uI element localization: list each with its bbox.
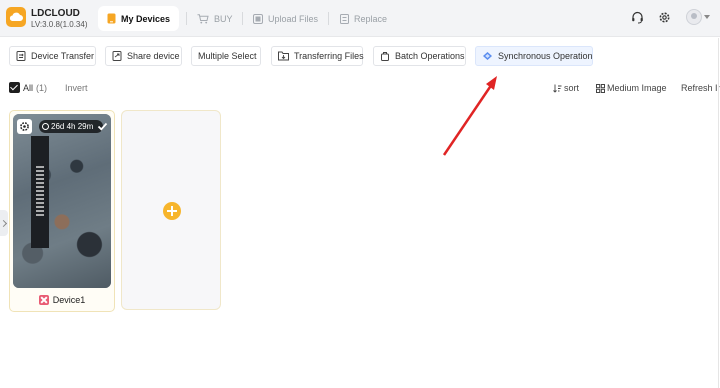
share-device-button[interactable]: Share device [105,46,182,66]
device-check-icon[interactable] [97,119,108,131]
device-settings-icon[interactable] [17,119,32,134]
sort-label: sort [564,83,580,93]
device-app-icon [38,295,49,305]
tab-label: Replace [354,13,388,24]
share-device-label: Share device [127,51,180,61]
tab-divider [242,12,243,25]
folder-transfer-icon [278,51,289,61]
tab-replace[interactable]: Replace [340,6,387,31]
remaining-time-badge: 26d 4h 29m [39,120,103,133]
grid-view-icon [596,83,605,93]
upload-icon [253,13,263,24]
chevron-down-icon[interactable] [704,15,710,19]
ldcloud-logo [6,7,26,27]
tab-divider [328,12,329,25]
device-name-row: Device1 [10,292,114,308]
multiple-select-button[interactable]: Multiple Select [191,46,261,66]
tab-label: Upload Files [268,13,319,24]
remaining-time: 26d 4h 29m [51,122,94,131]
medium-image-button[interactable]: Medium Image [596,83,667,93]
refresh-button[interactable]: Refresh In [681,83,720,93]
sort-button[interactable]: sort [553,83,579,93]
medium-image-label: Medium Image [607,83,667,93]
select-all-checkbox[interactable] [9,82,20,93]
tab-my-devices[interactable]: My Devices [98,6,180,31]
synchronous-operation-button[interactable]: Synchronous Operation [475,46,593,66]
batch-operations-label: Batch Operations [395,51,465,61]
batch-icon [380,51,390,61]
device-screen-preview[interactable]: 26d 4h 29m [13,114,111,288]
cart-icon [197,13,209,24]
app-version: LV:3.0.8(1.0.34) [31,20,88,29]
synchronous-operation-label: Synchronous Operation [498,51,593,61]
device-name: Device1 [52,295,86,305]
device-transfer-icon [16,51,26,61]
device-transfer-button[interactable]: Device Transfer [9,46,96,66]
sync-diamond-icon [482,51,493,61]
invert-link[interactable]: Invert [65,83,88,93]
phone-icon [107,13,116,24]
game-screenshot [13,114,111,288]
sidebar-expand-handle[interactable] [0,210,8,236]
sort-icon [553,84,562,93]
tab-buy[interactable]: BUY [197,6,233,31]
tab-label: My Devices [121,13,171,24]
device-card[interactable]: 26d 4h 29m Device1 [9,110,115,312]
replace-icon [340,13,349,24]
share-icon [112,51,122,61]
all-label[interactable]: All [23,83,33,93]
headset-icon[interactable] [630,10,644,24]
tab-divider [186,12,187,25]
game-side-panel [31,136,49,248]
user-avatar[interactable] [686,9,702,25]
clock-icon [42,123,49,130]
transferring-files-button[interactable]: Transferring Files [271,46,364,66]
multiple-select-label: Multiple Select [198,51,257,61]
window-edge [718,38,719,388]
transferring-files-label: Transferring Files [294,51,364,61]
device-transfer-label: Device Transfer [31,51,95,61]
add-device-card[interactable] [121,110,221,310]
title-bar: LDCLOUD LV:3.0.8(1.0.34) My Devices BUY … [0,0,720,37]
batch-operations-button[interactable]: Batch Operations [373,46,466,66]
app-name: LDCLOUD [31,8,80,19]
tab-label: BUY [214,13,233,24]
add-device-icon[interactable] [163,202,181,220]
device-count: (1) [36,83,47,93]
refresh-label: Refresh In [681,83,720,93]
tab-upload-files[interactable]: Upload Files [253,6,318,31]
settings-gear-icon[interactable] [657,10,671,24]
